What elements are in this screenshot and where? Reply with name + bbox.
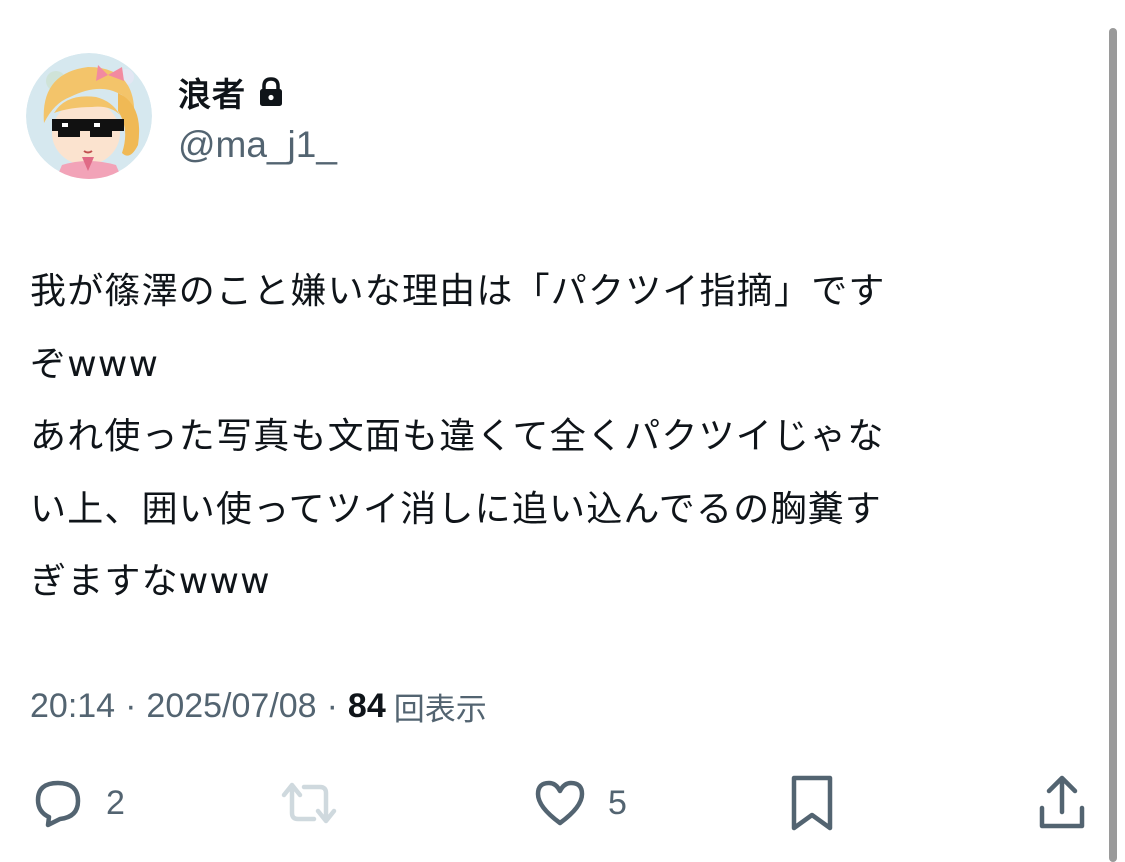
tweet-date[interactable]: 2025/07/08	[146, 687, 316, 726]
author-handle[interactable]: @ma_j1_	[178, 124, 337, 166]
avatar-image	[26, 53, 152, 179]
lock-icon	[258, 77, 284, 107]
meta-separator: ·	[125, 686, 137, 725]
tweet-text-line: い上、囲い使ってツイ消しに追い込んでるの胸糞す	[30, 488, 883, 530]
bookmark-button[interactable]	[782, 768, 842, 838]
share-button[interactable]	[1032, 768, 1092, 838]
meta-separator: ·	[326, 686, 338, 725]
author-name-row: 浪者	[178, 68, 284, 116]
tweet-text-line: ぎますなwww	[30, 561, 271, 602]
tweet-text-line: 我が篠澤のこと嫌いな理由は「パクツイ指摘」です	[30, 271, 886, 312]
reply-icon	[35, 780, 81, 828]
avatar[interactable]	[26, 53, 152, 179]
like-count: 5	[608, 783, 627, 822]
retweet-icon	[281, 782, 337, 824]
author-display-name[interactable]: 浪者	[178, 68, 246, 116]
tweet-text-line: ぞwww	[30, 343, 160, 385]
retweet-button[interactable]	[276, 768, 360, 838]
tweet-text: 我が篠澤のこと嫌いな理由は「パクツイ指摘」です ぞwww あれ使った写真も文面も…	[30, 256, 1080, 619]
views-label: 回表示	[393, 691, 487, 728]
tweet-time[interactable]: 20:14	[30, 687, 115, 726]
scrollbar[interactable]	[1109, 28, 1117, 862]
action-bar: 2 5	[0, 768, 1125, 838]
tweet-text-line: あれ使った写真も文面も違くて全くパクツイじゃな	[30, 416, 885, 457]
share-icon	[1039, 775, 1085, 829]
heart-icon	[535, 780, 585, 826]
like-button[interactable]: 5	[530, 768, 627, 838]
bookmark-icon	[791, 775, 833, 831]
views-count: 84	[347, 686, 386, 725]
reply-count: 2	[106, 783, 125, 822]
reply-button[interactable]: 2	[28, 768, 125, 838]
tweet-meta: 20:14 · 2025/07/08 · 84 回表示	[30, 684, 487, 728]
